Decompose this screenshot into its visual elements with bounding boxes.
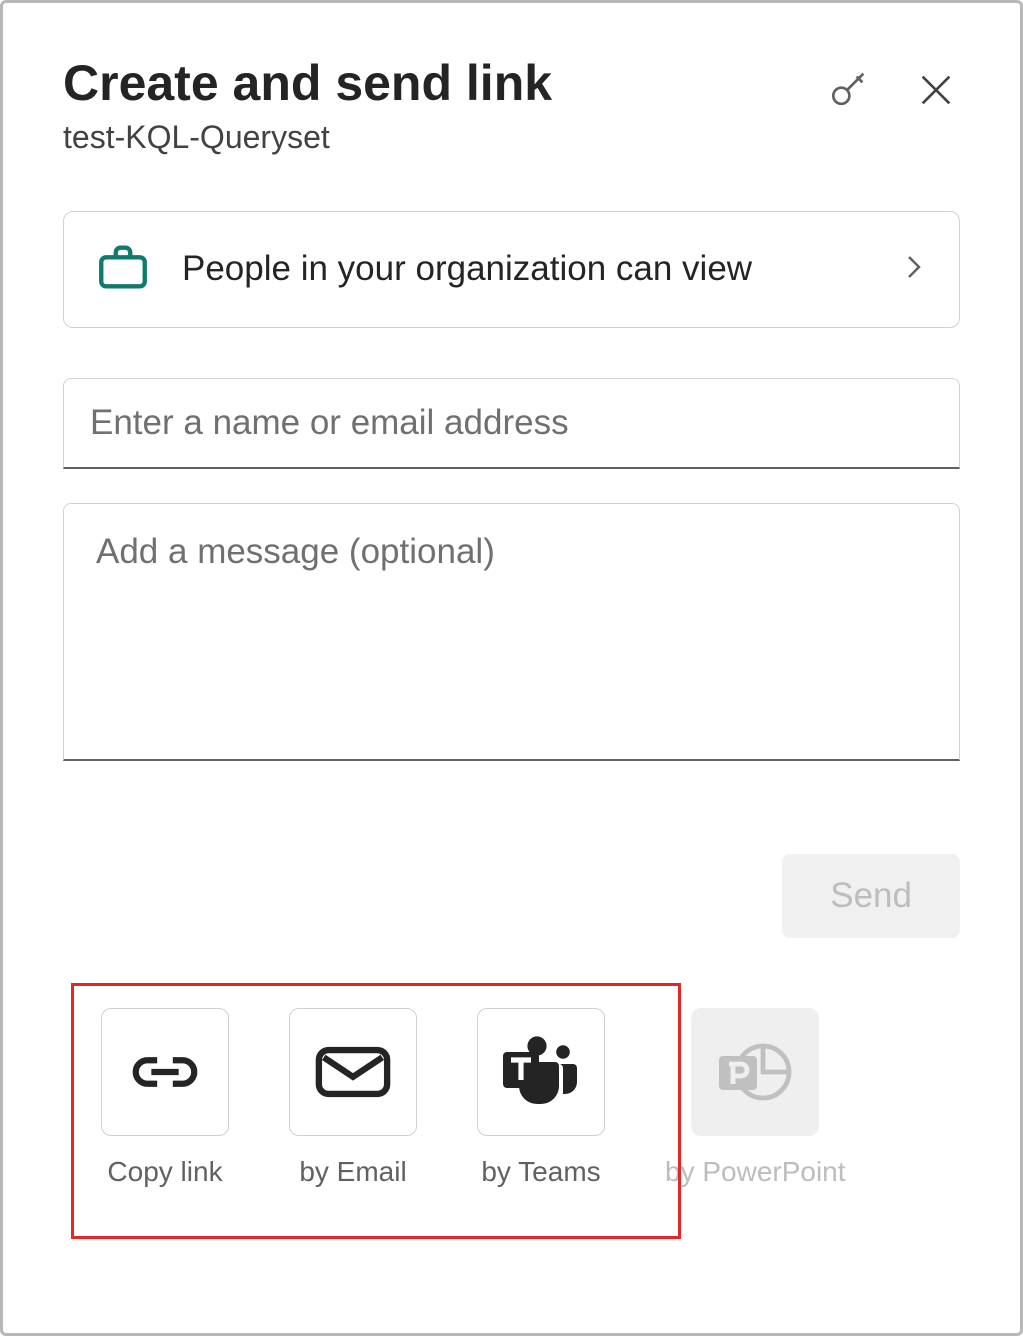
email-option[interactable]: by Email	[289, 1008, 417, 1188]
teams-option[interactable]: by Teams	[477, 1008, 605, 1188]
close-button[interactable]	[912, 66, 960, 114]
powerpoint-option[interactable]: by PowerPoint	[665, 1008, 846, 1188]
email-label: by Email	[299, 1156, 406, 1188]
dialog-title: Create and send link	[63, 53, 822, 113]
dialog-header: Create and send link test-KQL-Queryset	[63, 53, 960, 156]
title-group: Create and send link test-KQL-Queryset	[63, 53, 822, 156]
teams-icon	[497, 1034, 585, 1110]
teams-icon-box	[477, 1008, 605, 1136]
close-icon	[916, 70, 956, 110]
share-dialog: Create and send link test-KQL-Queryset	[0, 0, 1023, 1336]
permission-settings-button[interactable]: People in your organization can view	[63, 211, 960, 328]
permission-text: People in your organization can view	[182, 243, 869, 296]
link-icon	[126, 1046, 204, 1098]
copy-link-label: Copy link	[107, 1156, 222, 1188]
send-row: Send	[63, 854, 960, 938]
share-options-row: Copy link by Email	[63, 1008, 960, 1188]
recipient-input[interactable]	[63, 378, 960, 469]
mail-icon	[314, 1042, 392, 1102]
email-icon-box	[289, 1008, 417, 1136]
key-button[interactable]	[822, 63, 876, 117]
key-icon	[826, 67, 872, 113]
teams-label: by Teams	[481, 1156, 600, 1188]
powerpoint-icon	[711, 1034, 799, 1110]
chevron-right-icon	[899, 252, 929, 287]
briefcase-icon	[94, 238, 152, 301]
message-textarea[interactable]	[63, 503, 960, 761]
copy-link-option[interactable]: Copy link	[101, 1008, 229, 1188]
dialog-subtitle: test-KQL-Queryset	[63, 119, 822, 156]
powerpoint-label: by PowerPoint	[665, 1156, 846, 1188]
header-actions	[822, 63, 960, 117]
copy-link-icon-box	[101, 1008, 229, 1136]
powerpoint-icon-box	[691, 1008, 819, 1136]
send-button[interactable]: Send	[782, 854, 960, 938]
